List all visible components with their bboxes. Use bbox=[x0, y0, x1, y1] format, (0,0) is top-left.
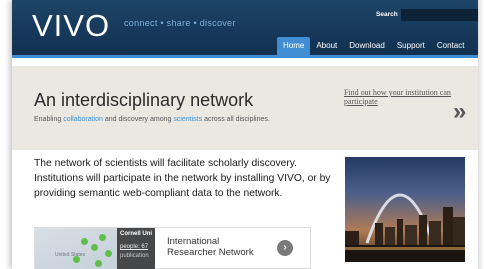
network-map-thumbnail[interactable]: United States Cornell Uni people: 67 pub… bbox=[35, 228, 155, 269]
nav-download[interactable]: Download bbox=[343, 37, 391, 55]
collaboration-link[interactable]: collaboration bbox=[63, 116, 103, 123]
scientists-link[interactable]: scientists bbox=[173, 116, 202, 123]
chevron-right-icon[interactable]: › bbox=[277, 240, 293, 256]
tagline: connect • share • discover bbox=[124, 18, 236, 28]
nav-contact[interactable]: Contact bbox=[431, 37, 471, 55]
participate-link[interactable]: Find out how your institution can partic… bbox=[344, 88, 464, 106]
banner-sub-text-3: across all disciplines. bbox=[202, 116, 270, 123]
card-title[interactable]: International Researcher Network bbox=[167, 236, 267, 258]
map-marker bbox=[91, 244, 98, 251]
banner-title: An interdisciplinary network bbox=[34, 90, 254, 110]
nav-home[interactable]: Home bbox=[277, 37, 311, 55]
researcher-network-card[interactable]: United States Cornell Uni people: 67 pub… bbox=[34, 227, 311, 269]
search-label: Search bbox=[376, 11, 398, 18]
vivo-logo[interactable]: VIVO bbox=[32, 8, 110, 44]
arch-skyline-graphic bbox=[345, 193, 465, 262]
nav-about[interactable]: About bbox=[310, 37, 343, 55]
popup-title: Cornell Uni bbox=[120, 231, 153, 237]
banner-sub-text-1: Enabling bbox=[34, 116, 64, 123]
spacer bbox=[12, 58, 484, 66]
map-info-popup: Cornell Uni people: 67 publication bbox=[117, 228, 155, 269]
banner-sub-text-2: and discovery among bbox=[102, 116, 174, 123]
map-country-label: United States bbox=[55, 252, 86, 258]
intro-paragraph: The network of scientists will facilitat… bbox=[34, 158, 331, 199]
popup-people[interactable]: people: 67 bbox=[120, 244, 148, 250]
map-marker bbox=[105, 250, 112, 257]
double-chevron-icon[interactable]: » bbox=[453, 98, 466, 126]
map-marker bbox=[95, 260, 102, 267]
search-input[interactable] bbox=[401, 9, 484, 21]
hero-banner: An interdisciplinary network Enabling co… bbox=[12, 66, 484, 150]
window-edge bbox=[478, 0, 484, 269]
page-frame: VIVO connect • share • discover Search H… bbox=[12, 0, 484, 269]
site-header: VIVO connect • share • discover Search H… bbox=[12, 0, 484, 55]
main-nav: Home About Download Support Contact bbox=[277, 37, 470, 55]
nav-support[interactable]: Support bbox=[391, 37, 431, 55]
popup-publications: publication bbox=[120, 253, 149, 259]
gateway-arch-photo bbox=[345, 157, 465, 262]
banner-subtitle: Enabling collaboration and discovery amo… bbox=[34, 116, 270, 123]
map-marker bbox=[99, 234, 106, 241]
map-marker bbox=[81, 238, 88, 245]
